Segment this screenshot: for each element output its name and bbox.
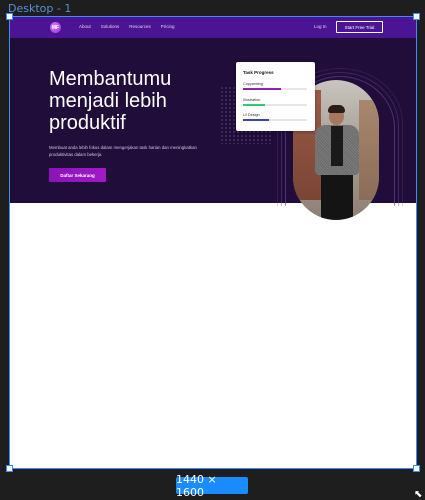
resize-handle-top-right[interactable] xyxy=(413,13,420,20)
frame-label[interactable]: Desktop - 1 xyxy=(8,2,71,15)
cursor-icon: ⬉ xyxy=(414,489,423,500)
resize-handle-bottom-left[interactable] xyxy=(6,465,13,472)
frame-size-badge: 1440 × 1600 xyxy=(176,473,248,499)
resize-handle-top-left[interactable] xyxy=(6,13,13,20)
frame-selection-box[interactable] xyxy=(6,13,420,472)
size-badge-text: 1440 × 1600 xyxy=(176,472,217,499)
resize-handle-bottom-right[interactable] xyxy=(413,465,420,472)
